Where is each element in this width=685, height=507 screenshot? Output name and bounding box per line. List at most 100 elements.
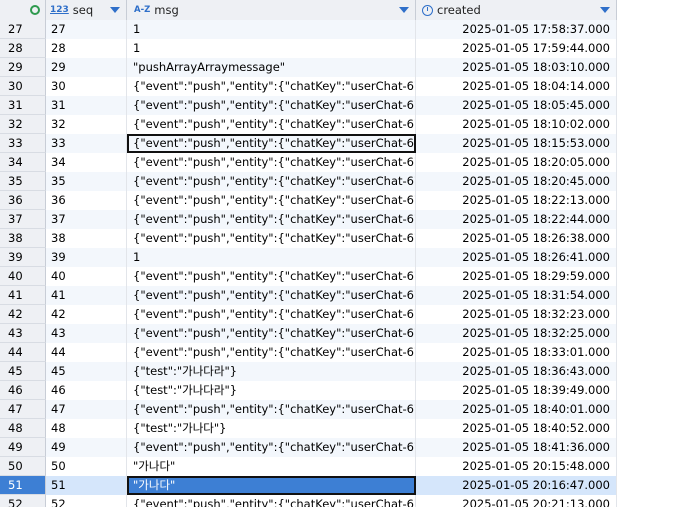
cell-seq[interactable]: 42 [46,305,127,324]
cell-seq[interactable]: 27 [46,20,127,39]
cell-created[interactable]: 2025-01-05 18:22:13.000 [416,191,617,210]
cell-seq[interactable]: 35 [46,172,127,191]
cell-seq[interactable]: 43 [46,324,127,343]
row-number[interactable]: 35 [0,172,46,191]
cell-seq[interactable]: 32 [46,115,127,134]
row-number[interactable]: 48 [0,419,46,438]
table-row[interactable]: 31 31 {"event":"push","entity":{"chatKey":… [0,96,617,115]
table-row[interactable]: 32 32 {"event":"push","entity":{"chatKey":… [0,115,617,134]
grid-settings-icon[interactable] [30,5,40,15]
cell-seq[interactable]: 52 [46,495,127,507]
cell-seq[interactable]: 36 [46,191,127,210]
cell-created[interactable]: 2025-01-05 18:20:45.000 [416,172,617,191]
row-number[interactable]: 46 [0,381,46,400]
row-number[interactable]: 50 [0,457,46,476]
cell-created[interactable]: 2025-01-05 18:22:44.000 [416,210,617,229]
row-number[interactable]: 38 [0,229,46,248]
table-row[interactable]: 40 40 {"event":"push","entity":{"chatKey":… [0,267,617,286]
cell-created[interactable]: 2025-01-05 18:36:43.000 [416,362,617,381]
cell-seq[interactable]: 44 [46,343,127,362]
cell-msg[interactable]: {"event":"push","entity":{"chatKey":"use… [127,495,416,507]
row-number[interactable]: 49 [0,438,46,457]
cell-created[interactable]: 2025-01-05 17:59:44.000 [416,39,617,58]
table-row[interactable]: 45 45 {"test":"가나다라"} 2025-01-05 18:36:43.0… [0,362,617,381]
cell-created[interactable]: 2025-01-05 18:20:05.000 [416,153,617,172]
cell-seq[interactable]: 48 [46,419,127,438]
cell-created[interactable]: 2025-01-05 18:40:01.000 [416,400,617,419]
cell-seq[interactable]: 47 [46,400,127,419]
row-number[interactable]: 30 [0,77,46,96]
cell-created[interactable]: 2025-01-05 18:26:41.000 [416,248,617,267]
table-row[interactable]: 39 39 1 2025-01-05 18:26:41.000 [0,248,617,267]
cell-msg[interactable]: {"event":"push","entity":{"chatKey":"use… [127,438,416,457]
cell-created[interactable]: 2025-01-05 18:10:02.000 [416,115,617,134]
table-row[interactable]: 52 52 {"event":"push","entity":{"chatKey":… [0,495,617,507]
cell-seq[interactable]: 49 [46,438,127,457]
sort-dropdown-icon[interactable] [600,7,610,13]
table-row[interactable]: 37 37 {"event":"push","entity":{"chatKey":… [0,210,617,229]
row-number[interactable]: 41 [0,286,46,305]
column-header-msg[interactable]: A-Z msg [127,0,416,20]
cell-created[interactable]: 2025-01-05 18:32:25.000 [416,324,617,343]
cell-created[interactable]: 2025-01-05 18:31:54.000 [416,286,617,305]
row-number[interactable]: 45 [0,362,46,381]
cell-created[interactable]: 2025-01-05 18:39:49.000 [416,381,617,400]
cell-created[interactable]: 2025-01-05 20:21:13.000 [416,495,617,507]
cell-msg[interactable]: {"event":"push","entity":{"chatKey":"use… [127,267,416,286]
cell-seq[interactable]: 38 [46,229,127,248]
table-row[interactable]: 27 27 1 2025-01-05 17:58:37.000 [0,20,617,39]
sort-dropdown-icon[interactable] [110,7,120,13]
cell-msg[interactable]: {"event":"push","entity":{"chatKey":"use… [127,343,416,362]
cell-msg[interactable]: 1 [127,20,416,39]
table-row[interactable]: 35 35 {"event":"push","entity":{"chatKey":… [0,172,617,191]
cell-msg[interactable]: {"event":"push","entity":{"chatKey":"use… [127,96,416,115]
table-row[interactable]: 46 46 {"test":"가나다라"} 2025-01-05 18:39:49.0… [0,381,617,400]
row-number[interactable]: 37 [0,210,46,229]
cell-seq[interactable]: 37 [46,210,127,229]
cell-seq[interactable]: 39 [46,248,127,267]
table-row[interactable]: 49 49 {"event":"push","entity":{"chatKey":… [0,438,617,457]
cell-seq[interactable]: 28 [46,39,127,58]
cell-created[interactable]: 2025-01-05 18:04:14.000 [416,77,617,96]
cell-msg[interactable]: {"test":"가나다"} [127,419,416,438]
cell-msg[interactable]: 1 [127,39,416,58]
cell-created[interactable]: 2025-01-05 20:15:48.000 [416,457,617,476]
cell-msg[interactable]: {"event":"push","entity":{"chatKey":"use… [127,77,416,96]
row-number[interactable]: 29 [0,58,46,77]
row-number[interactable]: 44 [0,343,46,362]
cell-created[interactable]: 2025-01-05 18:40:52.000 [416,419,617,438]
cell-msg[interactable]: "pushArrayArraymessage" [127,58,416,77]
cell-msg[interactable]: {"event":"push","entity":{"chatKey":"use… [127,115,416,134]
cell-msg[interactable]: {"event":"push","entity":{"chatKey":"use… [127,153,416,172]
cell-msg[interactable]: 1 [127,248,416,267]
cell-msg[interactable]: {"event":"push","entity":{"chatKey":"use… [127,172,416,191]
table-row[interactable]: 51 51 "가나다" 2025-01-05 20:16:47.000 [0,476,617,495]
cell-created[interactable]: 2025-01-05 18:03:10.000 [416,58,617,77]
table-row[interactable]: 28 28 1 2025-01-05 17:59:44.000 [0,39,617,58]
cell-msg[interactable]: {"event":"push","entity":{"chatKey":"use… [127,305,416,324]
row-number[interactable]: 31 [0,96,46,115]
table-row[interactable]: 34 34 {"event":"push","entity":{"chatKey":… [0,153,617,172]
row-number[interactable]: 51 [0,476,46,495]
cell-created[interactable]: 2025-01-05 17:58:37.000 [416,20,617,39]
cell-msg[interactable]: {"event":"push","entity":{"chatKey":"use… [127,210,416,229]
table-row[interactable]: 38 38 {"event":"push","entity":{"chatKey":… [0,229,617,248]
column-header-created[interactable]: created [416,0,617,20]
cell-created[interactable]: 2025-01-05 18:26:38.000 [416,229,617,248]
row-number[interactable]: 33 [0,134,46,153]
table-row[interactable]: 47 47 {"event":"push","entity":{"chatKey":… [0,400,617,419]
row-number[interactable]: 28 [0,39,46,58]
row-number[interactable]: 43 [0,324,46,343]
cell-msg[interactable]: {"test":"가나다라"} [127,362,416,381]
row-number-header[interactable] [0,0,46,20]
cell-seq[interactable]: 51 [46,476,127,495]
cell-seq[interactable]: 46 [46,381,127,400]
cell-created[interactable]: 2025-01-05 18:05:45.000 [416,96,617,115]
table-row[interactable]: 30 30 {"event":"push","entity":{"chatKey":… [0,77,617,96]
cell-created[interactable]: 2025-01-05 18:32:23.000 [416,305,617,324]
table-row[interactable]: 50 50 "가나다" 2025-01-05 20:15:48.000 [0,457,617,476]
cell-msg[interactable]: {"event":"push","entity":{"chatKey":"use… [127,324,416,343]
cell-seq[interactable]: 45 [46,362,127,381]
cell-seq[interactable]: 41 [46,286,127,305]
cell-seq[interactable]: 30 [46,77,127,96]
